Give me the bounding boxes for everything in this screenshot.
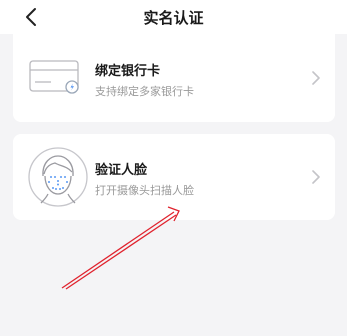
bank-card-icon [29, 60, 79, 94]
chevron-right-icon [312, 170, 320, 184]
face-scan-icon [28, 147, 88, 207]
option-subtitle: 打开摄像头扫描人脸 [95, 184, 194, 197]
option-title: 绑定银行卡 [95, 64, 161, 79]
chevron-right-icon [312, 71, 320, 85]
nav-bar: 实名认证 [0, 0, 347, 34]
bind-bank-card-option[interactable]: 绑定银行卡 支持绑定多家银行卡 [13, 34, 335, 122]
verify-face-option[interactable]: 验证人脸 打开摄像头扫描人脸 [13, 134, 335, 220]
option-title: 验证人脸 [95, 163, 148, 178]
page-title: 实名认证 [143, 9, 204, 27]
option-subtitle: 支持绑定多家银行卡 [95, 85, 194, 98]
